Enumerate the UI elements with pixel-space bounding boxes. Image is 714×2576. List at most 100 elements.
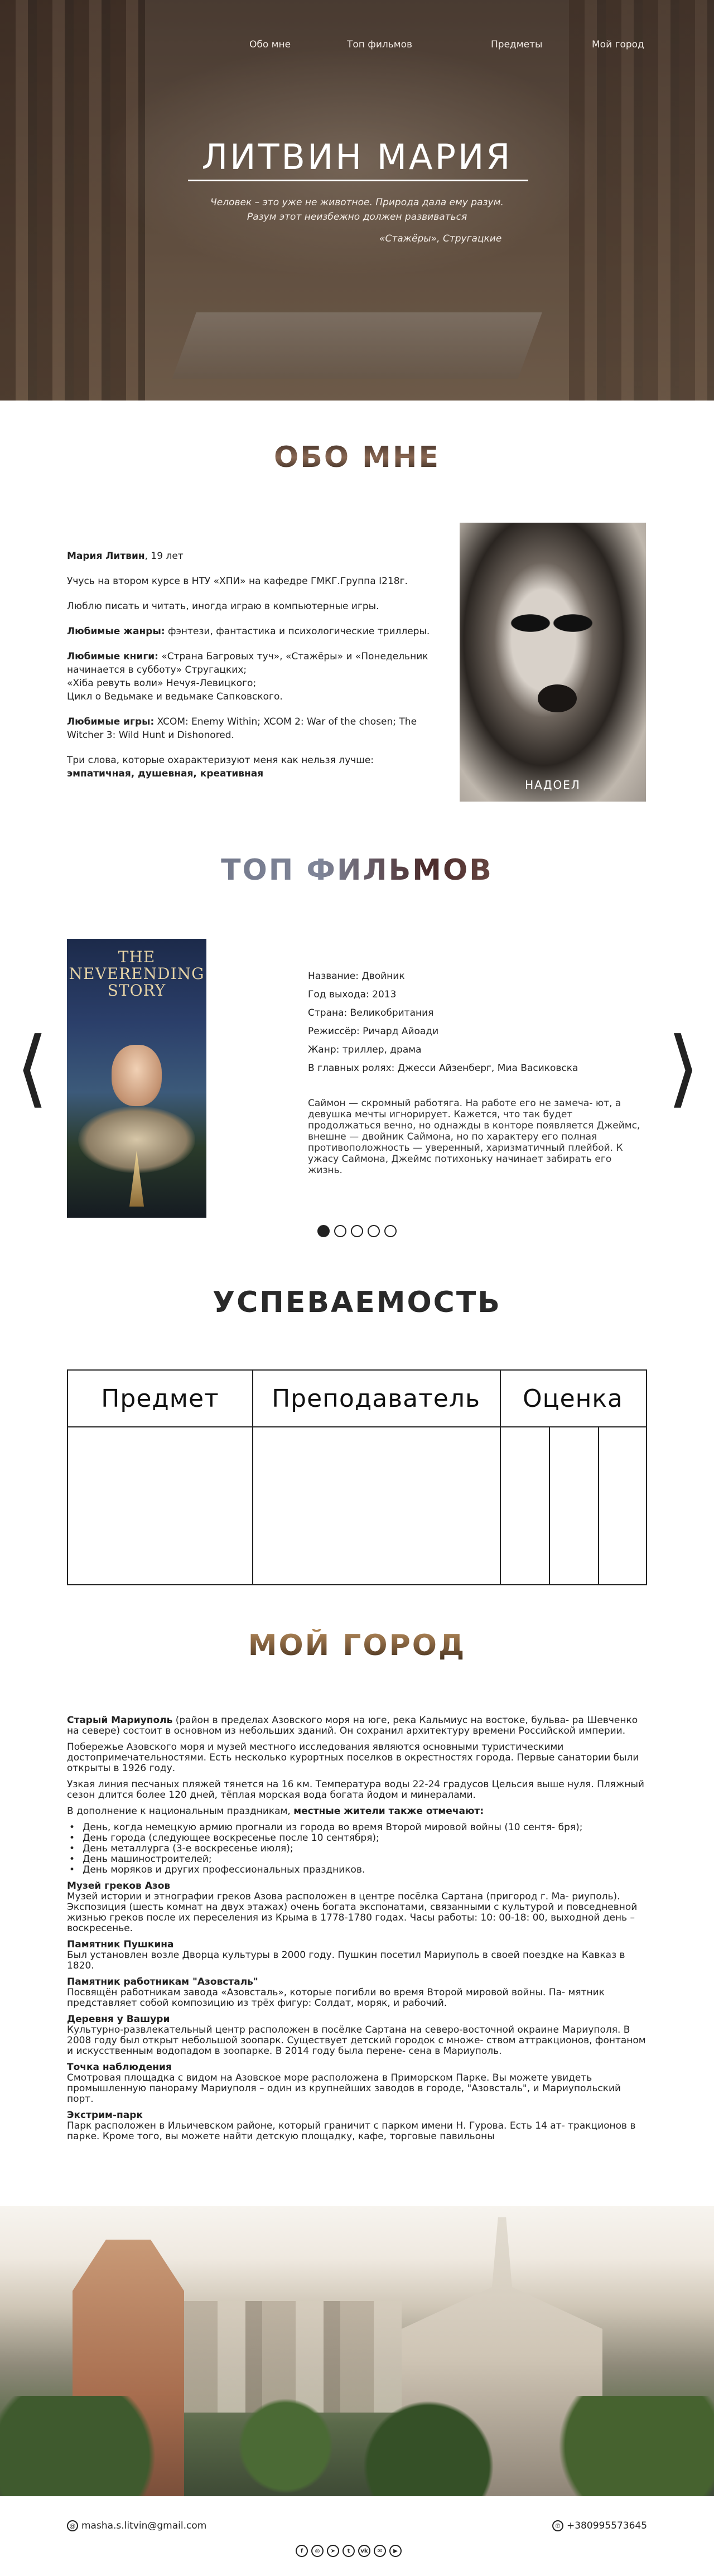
slider-dot-2[interactable] [334, 1225, 346, 1237]
twitter-icon[interactable]: t [342, 2545, 355, 2557]
footer-phone[interactable]: ✆ +380995573645 [552, 2520, 647, 2531]
city-paragraph-2: Побережье Азовского моря и музей местног… [67, 1742, 639, 1774]
nav-item-films[interactable]: Топ фильмов [347, 39, 412, 50]
place-text: Смотровая площадка с видом на Азовское м… [67, 2072, 621, 2105]
place-text: Посвящён работникам завода «Азовсталь», … [67, 1987, 605, 2009]
slider-dot-5[interactable] [384, 1225, 397, 1237]
section-title-city: МОЙ ГОРОД [0, 1629, 714, 1662]
slider-dot-1[interactable] [317, 1225, 330, 1237]
city-old-mariupol: Старый Мариуполь [67, 1715, 173, 1726]
about-name-line: Мария Литвин, 19 лет [67, 549, 446, 563]
section-title-about: ОБО МНЕ [0, 441, 714, 474]
list-item: День города (следующее воскресенье после… [67, 1833, 647, 1844]
film-name: Название: Двойник [308, 971, 405, 982]
about-words-intro: Три слова, которые охарактеризуют меня к… [67, 755, 374, 766]
city-holidays-intro: В дополнение к национальным праздникам, [67, 1806, 294, 1817]
facebook-icon[interactable]: f [296, 2545, 308, 2557]
title-underline [188, 180, 528, 181]
city-paragraph-4: В дополнение к национальным праздникам, … [67, 1806, 647, 1817]
place-item: Музей греков Азов Музей истории и этногра… [67, 1881, 647, 1934]
table-header-subject: Предмет [101, 1384, 219, 1413]
raccoon-eyes [499, 590, 605, 657]
poster-face [112, 1045, 162, 1106]
about-genres-value: фэнтези, фантастика и психологические тр… [165, 626, 430, 637]
about-games: Любимые игры: XCOM: Enemy Within; XCOM 2… [67, 715, 446, 742]
footer-email-text: masha.s.litvin@gmail.com [81, 2520, 207, 2531]
place-text: Культурно-развлекательный центр располож… [67, 2024, 646, 2057]
mail-icon[interactable]: ✉ [374, 2545, 386, 2557]
city-holidays-label: местные жители также отмечают: [293, 1806, 484, 1817]
film-genre: Жанр: триллер, драма [308, 1044, 422, 1055]
about-words: Три слова, которые охарактеризуют меня к… [67, 754, 446, 780]
about-books-line-2: «Хіба ревуть воли» Нечуя-Левицкого; [67, 678, 257, 689]
social-links: f ◎ ➤ t vk ✉ ▶ [296, 2545, 402, 2557]
footer [0, 2496, 714, 2576]
photo-caption: НАДОЕЛ [525, 778, 581, 792]
slider-prev-arrow[interactable]: ⟨ [16, 1026, 49, 1110]
quote-line-1: Человек – это уже не животное. Природа д… [210, 197, 504, 208]
slider-dot-4[interactable] [368, 1225, 380, 1237]
holiday-list: День, когда немецкую армию прогнали из г… [67, 1822, 647, 1875]
quote-line-2: Разум этот неизбежно должен развиваться [247, 211, 467, 223]
about-books-label: Любимые книги: [67, 651, 158, 662]
place-item: Памятник Пушкина Был установлен возле Дво… [67, 1940, 647, 1971]
place-name: Деревня у Вашури [67, 2014, 170, 2025]
telegram-icon[interactable]: ➤ [327, 2545, 339, 2557]
table-divider [500, 1371, 501, 1584]
list-item: День машиностроителей; [67, 1854, 647, 1865]
about-books-line-3: Цикл о Ведьмаке и ведьмаке Сапковского. [67, 691, 283, 702]
nav-item-subjects[interactable]: Предметы [491, 39, 542, 50]
list-item: День моряков и других профессиональных п… [67, 1865, 647, 1875]
list-item: День, когда немецкую армию прогнали из г… [67, 1822, 647, 1833]
footer-phone-text: +380995573645 [567, 2520, 648, 2531]
place-name: Памятник работникам "Азовсталь" [67, 1976, 258, 1988]
about-study: Учусь на втором курсе в НТУ «ХПИ» на каф… [67, 576, 408, 587]
city-trees [0, 2396, 714, 2496]
slider-dots [317, 1225, 401, 1238]
film-poster: THE NEVERENDING STORY [67, 939, 206, 1218]
vk-icon[interactable]: vk [358, 2545, 370, 2557]
table-header-grade: Оценка [523, 1384, 623, 1413]
about-text: Мария Литвин, 19 лет Учусь на втором кур… [67, 549, 446, 792]
poster-title: THE NEVERENDING STORY [69, 948, 205, 1000]
section-title-films: ТОП ФИЛЬМОВ [0, 853, 714, 887]
place-name: Памятник Пушкина [67, 1939, 174, 1950]
section-title-grades: УСПЕВАЕМОСТЬ [213, 1286, 501, 1319]
raccoon-photo: НАДОЕЛ [460, 523, 646, 802]
place-text: Парк расположен в Ильичевском районе, ко… [67, 2120, 636, 2142]
film-year: Год выхода: 2013 [308, 989, 397, 1000]
footer-email[interactable]: @ masha.s.litvin@gmail.com [67, 2520, 206, 2531]
instagram-icon[interactable]: ◎ [311, 2545, 324, 2557]
about-age: , 19 лет [144, 551, 184, 562]
place-name: Экстрим-парк [67, 2110, 143, 2121]
quote-author: «Стажёры», Стругацкие [379, 233, 502, 244]
about-name: Мария Литвин [67, 551, 145, 562]
nav-item-about[interactable]: Обо мне [249, 39, 291, 50]
youtube-icon[interactable]: ▶ [389, 2545, 402, 2557]
slider-next-arrow[interactable]: ⟩ [667, 1026, 700, 1110]
hero-banner: Обо мне Топ фильмов Предметы Мой город Л… [0, 0, 714, 401]
place-item: Точка наблюдения Смотровая площадка с вид… [67, 2062, 647, 2105]
raccoon-nose [538, 684, 577, 712]
table-divider [549, 1426, 550, 1584]
about-words-value: эмпатичная, душевная, креативная [67, 768, 264, 779]
slider-dot-3[interactable] [351, 1225, 363, 1237]
place-item: Деревня у Вашури Культурно-развлекательны… [67, 2014, 647, 2057]
film-country: Страна: Великобритания [308, 1007, 434, 1019]
table-header-teacher: Преподаватель [272, 1384, 480, 1413]
nav-item-city[interactable]: Мой город [592, 39, 644, 50]
place-item: Экстрим-парк Парк расположен в Ильичевско… [67, 2110, 647, 2142]
film-description: Саймон — скромный работяга. На работе ег… [308, 1098, 640, 1176]
place-text: Был установлен возле Дворца культуры в 2… [67, 1950, 625, 1971]
list-item: День металлурга (3-е воскресенье июля); [67, 1844, 647, 1854]
film-director: Режиссёр: Ричард Айоади [308, 1026, 439, 1037]
city-text: Старый Мариуполь (район в пределах Азовс… [67, 1715, 647, 2148]
about-books: Любимые книги: «Страна Багровых туч», «С… [67, 650, 446, 703]
grades-table: Предмет Преподаватель Оценка [67, 1369, 647, 1585]
top-nav: Обо мне Топ фильмов Предметы Мой город [0, 39, 714, 56]
table-divider [598, 1426, 599, 1584]
about-games-label: Любимые игры: [67, 716, 155, 727]
place-text: Музей истории и этнографии греков Азова … [67, 1891, 638, 1934]
place-name: Точка наблюдения [67, 2062, 172, 2073]
city-photo [0, 2206, 714, 2496]
